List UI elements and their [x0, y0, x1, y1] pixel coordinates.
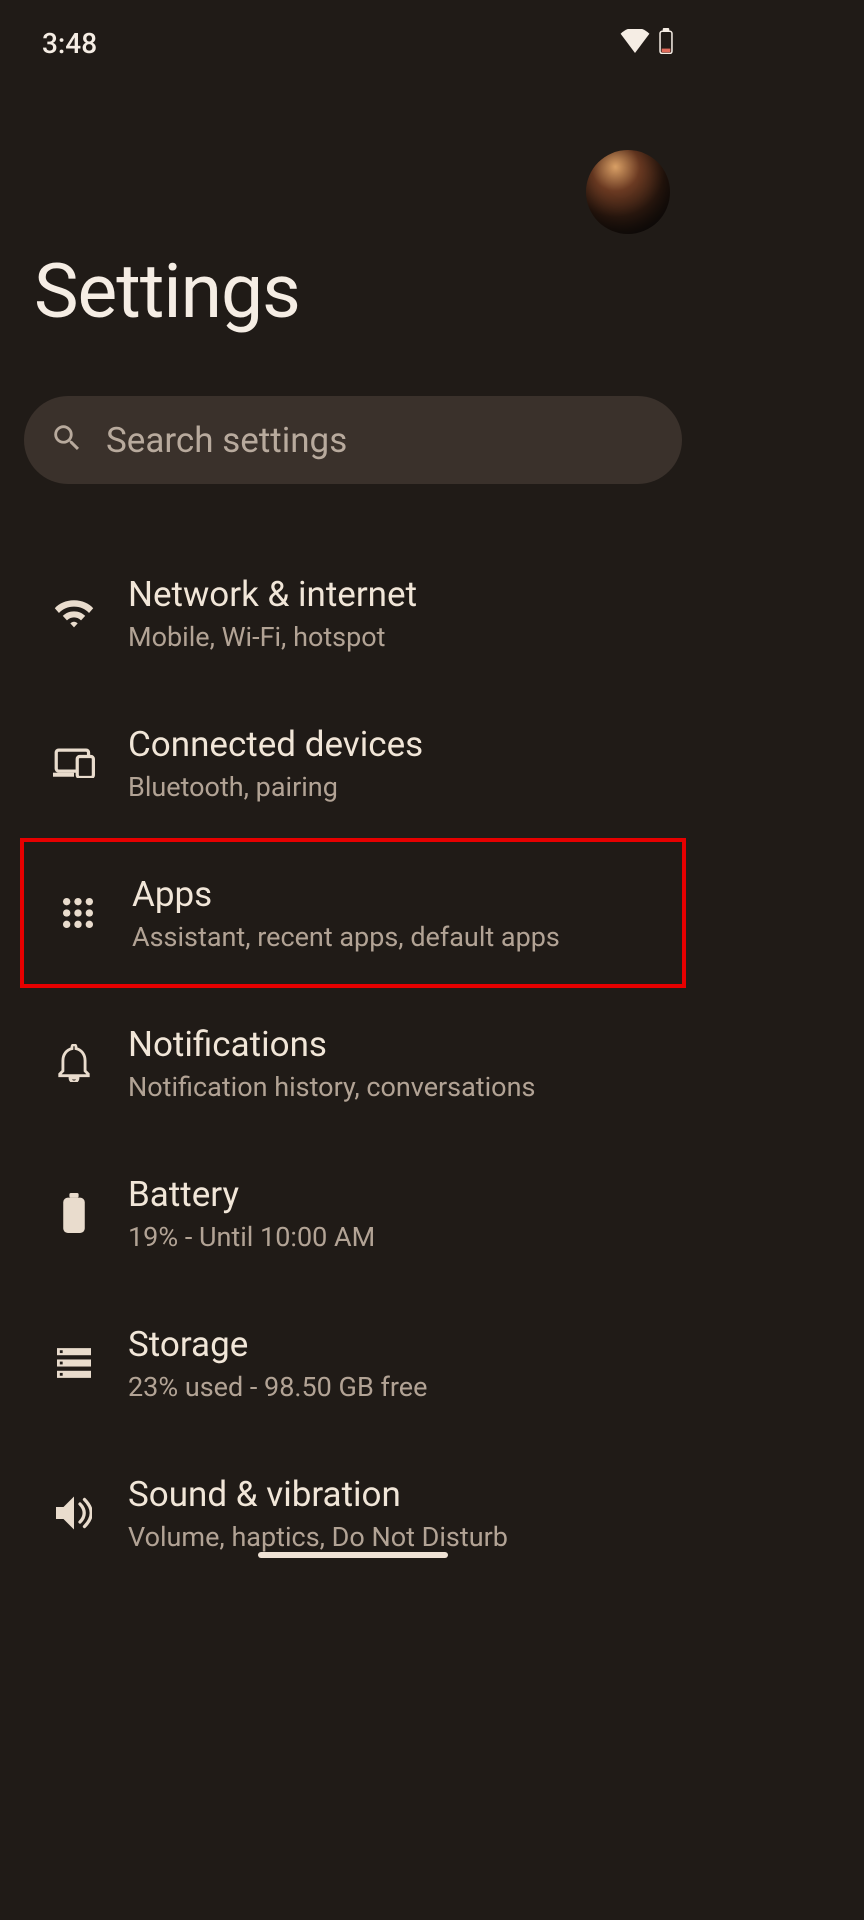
item-title: Battery — [128, 1174, 375, 1215]
item-texts: Network & internet Mobile, Wi-Fi, hotspo… — [128, 574, 417, 653]
storage-icon — [44, 1348, 104, 1378]
page-title: Settings — [0, 234, 706, 336]
settings-item-sound[interactable]: Sound & vibration Volume, haptics, Do No… — [0, 1438, 706, 1588]
item-texts: Connected devices Bluetooth, pairing — [128, 724, 423, 803]
settings-item-network[interactable]: Network & internet Mobile, Wi-Fi, hotspo… — [0, 538, 706, 688]
search-bar[interactable]: Search settings — [24, 396, 682, 484]
devices-icon — [44, 748, 104, 778]
item-title: Connected devices — [128, 724, 423, 765]
battery-icon — [44, 1193, 104, 1233]
item-subtitle: Mobile, Wi-Fi, hotspot — [128, 621, 417, 653]
status-time: 3:48 — [42, 27, 97, 60]
item-title: Storage — [128, 1324, 427, 1365]
wifi-status-icon — [620, 29, 650, 57]
item-texts: Battery 19% - Until 10:00 AM — [128, 1174, 375, 1253]
battery-status-icon — [658, 28, 674, 58]
navigation-pill[interactable] — [258, 1552, 448, 1558]
item-title: Apps — [132, 874, 560, 915]
item-texts: Sound & vibration Volume, haptics, Do No… — [128, 1474, 508, 1553]
header-row — [0, 70, 706, 234]
settings-list: Network & internet Mobile, Wi-Fi, hotspo… — [0, 538, 706, 1588]
item-subtitle: Bluetooth, pairing — [128, 771, 423, 803]
item-title: Network & internet — [128, 574, 417, 615]
status-bar: 3:48 — [0, 0, 706, 70]
settings-item-notifications[interactable]: Notifications Notification history, conv… — [0, 988, 706, 1138]
apps-icon — [48, 896, 108, 930]
item-texts: Apps Assistant, recent apps, default app… — [132, 874, 560, 953]
search-icon — [50, 421, 84, 459]
bell-icon — [44, 1044, 104, 1082]
item-title: Sound & vibration — [128, 1474, 508, 1515]
search-placeholder: Search settings — [106, 420, 347, 461]
settings-item-storage[interactable]: Storage 23% used - 98.50 GB free — [0, 1288, 706, 1438]
item-texts: Notifications Notification history, conv… — [128, 1024, 535, 1103]
item-subtitle: 19% - Until 10:00 AM — [128, 1221, 375, 1253]
settings-item-connected-devices[interactable]: Connected devices Bluetooth, pairing — [0, 688, 706, 838]
settings-item-battery[interactable]: Battery 19% - Until 10:00 AM — [0, 1138, 706, 1288]
avatar[interactable] — [586, 150, 670, 234]
settings-item-apps[interactable]: Apps Assistant, recent apps, default app… — [20, 838, 686, 988]
item-subtitle: Assistant, recent apps, default apps — [132, 921, 560, 953]
item-subtitle: Notification history, conversations — [128, 1071, 535, 1103]
sound-icon — [44, 1496, 104, 1530]
status-icons — [620, 28, 674, 58]
item-subtitle: Volume, haptics, Do Not Disturb — [128, 1521, 508, 1553]
item-title: Notifications — [128, 1024, 535, 1065]
item-subtitle: 23% used - 98.50 GB free — [128, 1371, 427, 1403]
search-container: Search settings — [24, 396, 682, 484]
item-texts: Storage 23% used - 98.50 GB free — [128, 1324, 427, 1403]
wifi-icon — [44, 597, 104, 629]
